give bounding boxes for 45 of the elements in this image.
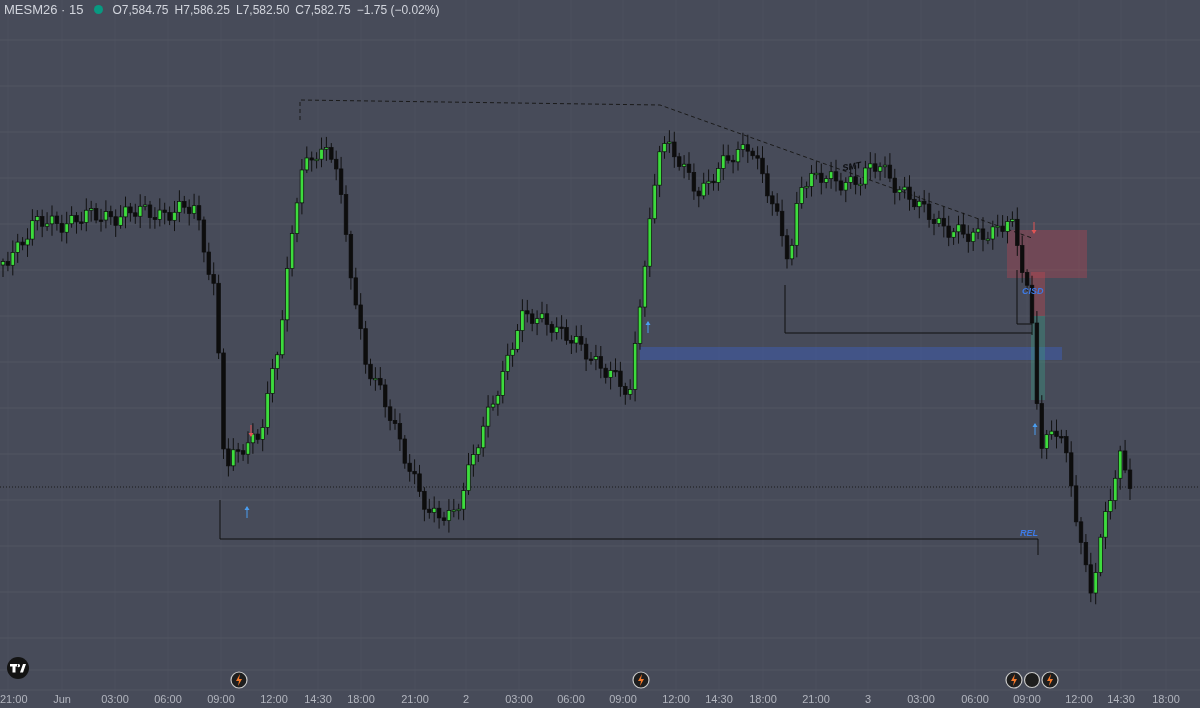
logo-icon[interactable] bbox=[7, 657, 29, 679]
time-axis-label: 14:30 bbox=[705, 693, 733, 705]
time-axis-label: 21:00 bbox=[401, 693, 429, 705]
symbol-title[interactable]: MESM26 · 15 bbox=[4, 2, 84, 17]
ohlc-value: O7,584.75 bbox=[112, 2, 169, 17]
time-axis-label: 06:00 bbox=[961, 693, 989, 705]
time-axis-label: 09:00 bbox=[609, 693, 637, 705]
annotation-label: SMT bbox=[841, 159, 863, 173]
time-axis-label: 14:30 bbox=[1107, 693, 1135, 705]
time-axis-label: 21:00 bbox=[802, 693, 830, 705]
lightning-icon[interactable] bbox=[632, 671, 650, 689]
time-axis-label: Jun bbox=[53, 693, 71, 705]
ohlc-value: C7,582.75 bbox=[295, 2, 351, 17]
time-axis-label: 12:00 bbox=[662, 693, 690, 705]
time-axis-label: 09:00 bbox=[207, 693, 235, 705]
time-axis-label: 03:00 bbox=[101, 693, 129, 705]
signal-arrow-icon bbox=[645, 321, 651, 334]
market-status-icon bbox=[94, 5, 104, 14]
lightning-icon[interactable] bbox=[230, 671, 248, 689]
annotation-label: CISD bbox=[1022, 286, 1044, 296]
time-axis-label: 18:00 bbox=[749, 693, 777, 705]
time-axis-label: 14:30 bbox=[304, 693, 332, 705]
time-axis-label: 18:00 bbox=[1152, 693, 1180, 705]
time-axis-label: 2 bbox=[462, 693, 470, 705]
time-axis-label: 03:00 bbox=[505, 693, 533, 705]
time-axis-label: 06:00 bbox=[557, 693, 585, 705]
signal-arrow-icon bbox=[1031, 221, 1037, 234]
annotation-label: REL bbox=[1020, 528, 1038, 538]
time-axis-label: 21:00 bbox=[0, 693, 28, 705]
price-change: −1.75 (−0.02%) bbox=[356, 2, 440, 17]
event-marker-icon[interactable] bbox=[1023, 671, 1041, 689]
time-axis-label: 12:00 bbox=[260, 693, 288, 705]
time-axis-label: 06:00 bbox=[154, 693, 182, 705]
time-axis-label: 09:00 bbox=[1013, 693, 1041, 705]
signal-arrow-icon bbox=[244, 506, 250, 519]
ohlc-value: L7,582.50 bbox=[235, 2, 290, 17]
time-axis-label: 3 bbox=[864, 693, 872, 705]
signal-arrow-icon bbox=[1032, 423, 1038, 436]
time-axis-label: 18:00 bbox=[347, 693, 375, 705]
signal-arrow-icon bbox=[248, 424, 254, 437]
lightning-icon[interactable] bbox=[1005, 671, 1023, 689]
ohlc-value: H7,586.25 bbox=[174, 2, 230, 17]
time-axis-label: 12:00 bbox=[1065, 693, 1093, 705]
lightning-icon[interactable] bbox=[1041, 671, 1059, 689]
time-axis-label: 03:00 bbox=[907, 693, 935, 705]
